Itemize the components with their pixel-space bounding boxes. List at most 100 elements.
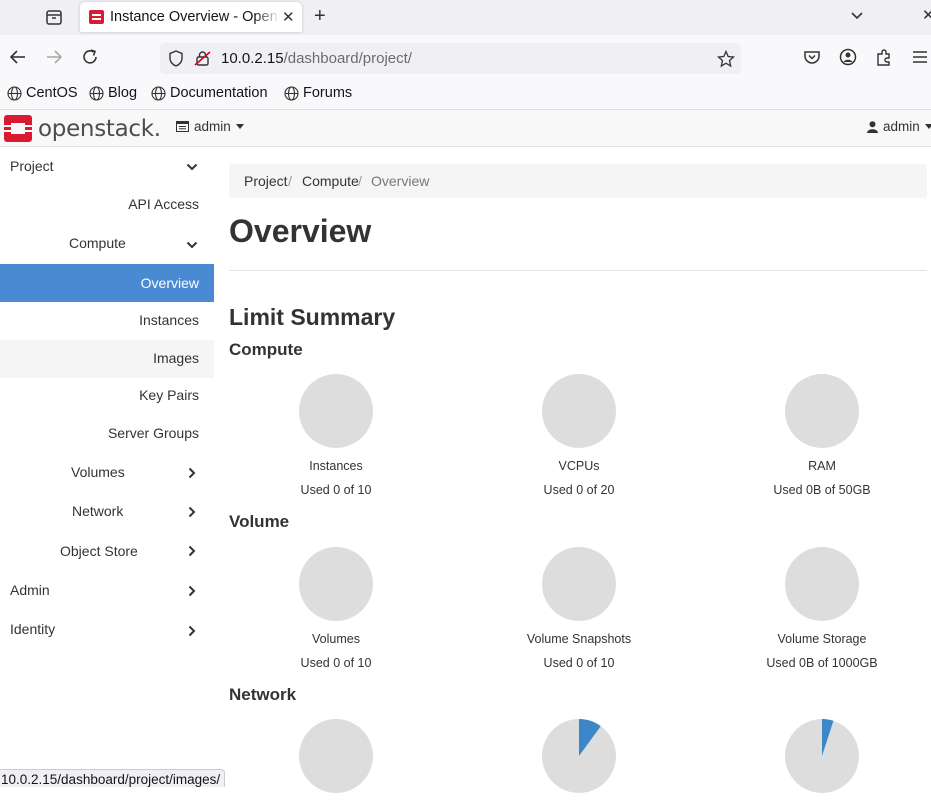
pie-chart-usage: Used 0 of 10	[300, 483, 372, 497]
breadcrumb-separator: /	[288, 173, 292, 189]
sidebar-item-compute[interactable]: Compute	[0, 224, 214, 262]
tab-close-icon[interactable]: ✕	[282, 8, 295, 26]
shield-icon[interactable]	[168, 50, 184, 67]
sidebar-item-images[interactable]: Images	[0, 340, 214, 378]
sidebar-item-label: Network	[72, 503, 124, 519]
breadcrumb-item-project[interactable]: Project	[244, 173, 288, 189]
forward-icon[interactable]	[44, 47, 64, 67]
chevron-right-icon	[188, 467, 196, 479]
pie-chart-volume-0: Volumes Used 0 of 10	[256, 546, 416, 670]
sidebar-item-label: Server Groups	[107, 425, 199, 441]
pie-chart-title: Instances	[309, 459, 363, 473]
pie-chart-graphic	[299, 719, 373, 793]
bookmark-centos[interactable]: CentOS	[7, 85, 78, 101]
tab-list-icon[interactable]	[44, 7, 64, 27]
sidebar-item-admin[interactable]: Admin	[0, 574, 214, 614]
extensions-icon[interactable]	[874, 47, 894, 67]
pie-chart-volume-1: Volume Snapshots Used 0 of 10	[499, 546, 659, 670]
window-close-icon[interactable]: ✕	[922, 6, 931, 24]
pie-chart-compute-1: VCPUs Used 0 of 20	[499, 373, 659, 497]
breadcrumb-item-compute[interactable]: Compute	[302, 173, 359, 189]
back-icon[interactable]	[8, 47, 28, 67]
pie-chart-usage: Used 0 of 10	[543, 656, 615, 670]
limit-summary-heading: Limit Summary	[229, 304, 396, 330]
menu-icon[interactable]	[910, 47, 930, 67]
chevron-right-icon	[188, 625, 196, 637]
pie-slice-free	[542, 547, 616, 621]
bookmark-forums[interactable]: Forums	[284, 85, 352, 101]
openstack-favicon-icon	[89, 10, 104, 24]
sidebar-item-volumes[interactable]: Volumes	[0, 454, 214, 494]
sidebar-item-overview[interactable]: Overview	[0, 264, 214, 302]
bookmark-label: Blog	[108, 85, 138, 101]
openstack-logo-icon	[4, 115, 32, 142]
pie-chart-graphic	[785, 374, 859, 448]
divider	[229, 270, 927, 271]
tab-title: Instance Overview - OpenStack Dashboard	[110, 9, 280, 25]
caret-down-icon	[924, 124, 931, 129]
sidebar-item-object-store[interactable]: Object Store	[0, 534, 214, 574]
pie-chart-graphic	[299, 547, 373, 621]
openstack-logo[interactable]: openstack.	[4, 115, 161, 142]
pocket-icon[interactable]	[802, 47, 822, 67]
bookmark-documentation[interactable]: Documentation	[151, 85, 268, 101]
sidebar-item-api-access[interactable]: API Access	[0, 185, 214, 223]
browser-nav-bar: 10.0.2.15/dashboard/project/	[0, 35, 931, 80]
pie-chart-usage: Used 0 of 10	[300, 656, 372, 670]
pie-chart-graphic	[542, 719, 616, 793]
url-bar[interactable]: 10.0.2.15/dashboard/project/	[160, 43, 741, 74]
new-tab-icon[interactable]: +	[314, 5, 326, 28]
pie-chart-usage: Used 0B of 50GB	[773, 483, 871, 497]
pie-chart-usage: Used 0B of 1000GB	[766, 656, 878, 670]
reload-icon[interactable]	[80, 47, 100, 67]
pie-slice-free	[299, 374, 373, 448]
chevron-right-icon	[188, 506, 196, 518]
pie-slice-free	[299, 547, 373, 621]
sidebar-item-server-groups[interactable]: Server Groups	[0, 416, 214, 454]
bookmark-label: Forums	[303, 85, 353, 101]
pie-chart-title: RAM	[808, 459, 836, 473]
sidebar-item-instances[interactable]: Instances	[0, 302, 214, 340]
pie-chart-network-0	[256, 718, 416, 804]
list-all-tabs-icon[interactable]	[849, 8, 865, 24]
globe-icon	[7, 85, 22, 101]
chevron-right-icon	[188, 585, 196, 597]
pie-chart-graphic	[785, 719, 859, 793]
bookmark-star-icon[interactable]	[717, 50, 735, 68]
sidebar-item-key-pairs[interactable]: Key Pairs	[0, 378, 214, 416]
user-menu[interactable]: admin	[867, 119, 931, 134]
user-icon	[867, 120, 878, 133]
user-name: admin	[883, 119, 920, 134]
account-icon[interactable]	[838, 47, 858, 67]
insecure-lock-icon[interactable]	[194, 50, 212, 67]
pie-chart-compute-0: Instances Used 0 of 10	[256, 373, 416, 497]
url-text[interactable]: 10.0.2.15/dashboard/project/	[221, 50, 412, 67]
sidebar-item-label: Object Store	[60, 543, 138, 559]
pie-chart-network-1	[499, 718, 659, 804]
bookmark-blog[interactable]: Blog	[89, 85, 137, 101]
bookmark-label: Documentation	[170, 85, 268, 101]
pie-chart-title: Volumes	[312, 632, 360, 646]
pie-chart-graphic	[542, 374, 616, 448]
sidebar-item-identity[interactable]: Identity	[0, 614, 214, 654]
breadcrumb-separator: /	[358, 173, 362, 189]
sidebar-item-label: Volumes	[71, 464, 125, 480]
chevron-right-icon	[188, 545, 196, 557]
breadcrumb: Project / Compute / Overview	[229, 164, 927, 198]
sidebar-item-project[interactable]: Project	[0, 147, 214, 185]
browser-tab-active[interactable]: Instance Overview - OpenStack Dashboard …	[80, 2, 302, 32]
project-selector[interactable]: admin	[176, 119, 244, 134]
sidebar-item-label: Images	[153, 350, 199, 366]
pie-slice-free	[785, 547, 859, 621]
page-title: Overview	[229, 213, 372, 249]
sidebar-item-label: Project	[10, 158, 54, 174]
pie-chart-title: VCPUs	[558, 459, 600, 473]
sidebar-item-network[interactable]: Network	[0, 494, 214, 534]
breadcrumb-item-overview: Overview	[371, 173, 430, 189]
pie-chart-graphic	[299, 374, 373, 448]
bookmarks-toolbar: CentOS Blog Documentation Forums	[0, 80, 931, 110]
bookmark-label: CentOS	[26, 85, 78, 101]
link-status-bar: 10.0.2.15/dashboard/project/images/	[0, 769, 226, 787]
chevron-down-icon	[186, 241, 198, 249]
pie-chart-compute-2: RAM Used 0B of 50GB	[742, 373, 902, 497]
